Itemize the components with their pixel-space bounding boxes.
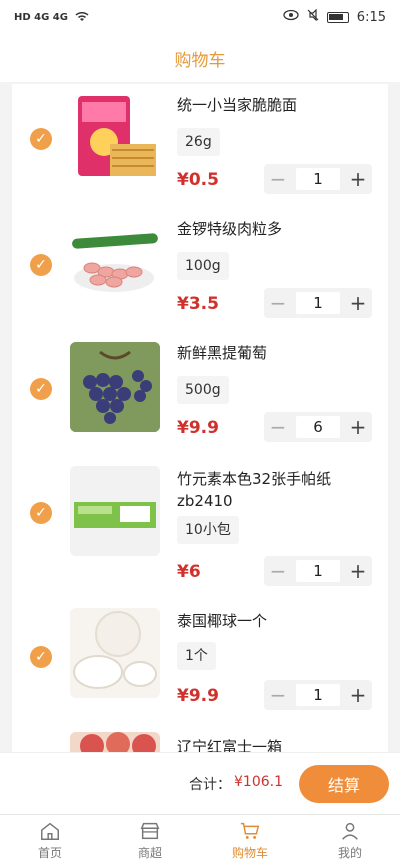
quantity-input[interactable]: 1 <box>296 168 340 190</box>
product-image[interactable] <box>70 608 160 698</box>
quantity-input[interactable]: 1 <box>296 560 340 582</box>
cart-item: 辽宁红富士一箱 <box>12 730 388 752</box>
product-name[interactable]: 金锣特级肉粒多 <box>177 218 377 240</box>
status-right: 6:15 <box>283 8 386 25</box>
cart-item: ✓ 金锣特级肉粒多 100g ¥3.5 − 1 + <box>12 208 388 338</box>
check-icon[interactable]: ✓ <box>30 128 52 150</box>
increase-button[interactable]: + <box>344 164 372 194</box>
status-left: HD 4G 4G <box>14 10 90 25</box>
quantity-stepper: − 1 + <box>264 164 372 194</box>
product-price: ¥9.9 <box>177 418 219 438</box>
quantity-input[interactable]: 1 <box>296 292 340 314</box>
total-label: 合计： <box>189 777 231 793</box>
store-icon <box>140 822 160 840</box>
product-spec: 26g <box>177 128 220 156</box>
decrease-button[interactable]: − <box>264 164 292 194</box>
status-bar: HD 4G 4G 6:15 <box>0 0 400 34</box>
product-image[interactable] <box>70 732 160 752</box>
quantity-input[interactable]: 6 <box>296 416 340 438</box>
increase-button[interactable]: + <box>344 288 372 318</box>
decrease-button[interactable]: − <box>264 412 292 442</box>
quantity-input[interactable]: 1 <box>296 684 340 706</box>
tab-label: 首页 <box>37 846 62 860</box>
product-price: ¥6 <box>177 562 201 582</box>
tab-label: 购物车 <box>231 846 268 860</box>
product-name[interactable]: 新鲜黑提葡萄 <box>177 342 377 364</box>
tab-label: 我的 <box>337 846 362 860</box>
product-image[interactable] <box>70 466 160 556</box>
quantity-stepper: − 6 + <box>264 412 372 442</box>
cart-item: ✓ 新鲜黑提葡萄 500g ¥9.9 − 6 + <box>12 332 388 462</box>
tab-home[interactable]: 首页 <box>0 815 100 866</box>
eye-icon <box>283 9 299 25</box>
increase-button[interactable]: + <box>344 680 372 710</box>
cart-list-card: ✓ 统一小当家脆脆面 26g ¥0.5 − 1 + ✓ 金锣特级肉粒多 100g… <box>12 84 388 752</box>
decrease-button[interactable]: − <box>264 680 292 710</box>
quantity-stepper: − 1 + <box>264 288 372 318</box>
product-spec: 100g <box>177 252 229 280</box>
mute-icon <box>307 8 319 25</box>
tab-profile[interactable]: 我的 <box>300 815 400 866</box>
product-spec: 10小包 <box>177 516 239 544</box>
check-icon[interactable]: ✓ <box>30 378 52 400</box>
cart-list[interactable]: ✓ 统一小当家脆脆面 26g ¥0.5 − 1 + ✓ 金锣特级肉粒多 100g… <box>0 84 400 752</box>
cart-icon <box>240 822 260 839</box>
checkout-button[interactable]: 结算 <box>299 765 389 803</box>
product-spec: 500g <box>177 376 229 404</box>
battery-icon <box>326 11 349 23</box>
checkout-bar: 合计： ¥106.1 结算 <box>0 752 400 814</box>
user-icon <box>342 822 358 840</box>
product-price: ¥3.5 <box>177 294 219 314</box>
tab-cart[interactable]: 购物车 <box>200 815 300 866</box>
product-price: ¥0.5 <box>177 170 219 190</box>
decrease-button[interactable]: − <box>264 288 292 318</box>
check-icon[interactable]: ✓ <box>30 254 52 276</box>
increase-button[interactable]: + <box>344 412 372 442</box>
product-image[interactable] <box>70 342 160 432</box>
cart-item: ✓ 竹元素本色32张手帕纸zb2410 10小包 ¥6 − 1 + <box>12 462 388 602</box>
product-name[interactable]: 辽宁红富士一箱 <box>177 736 377 752</box>
decrease-button[interactable]: − <box>264 556 292 586</box>
product-name[interactable]: 竹元素本色32张手帕纸zb2410 <box>177 468 377 512</box>
product-price: ¥9.9 <box>177 686 219 706</box>
product-image[interactable] <box>70 92 160 182</box>
increase-button[interactable]: + <box>344 556 372 586</box>
quantity-stepper: − 1 + <box>264 556 372 586</box>
network-indicator: HD 4G 4G <box>14 11 68 23</box>
cart-item: ✓ 泰国椰球一个 1个 ¥9.9 − 1 + <box>12 604 388 734</box>
tab-store[interactable]: 商超 <box>100 815 200 866</box>
status-time: 6:15 <box>356 9 386 25</box>
wifi-icon <box>74 10 90 25</box>
total-value: ¥106.1 <box>234 774 283 790</box>
quantity-stepper: − 1 + <box>264 680 372 710</box>
check-icon[interactable]: ✓ <box>30 502 52 524</box>
product-name[interactable]: 泰国椰球一个 <box>177 610 377 632</box>
tab-label: 商超 <box>137 846 162 860</box>
page-header: 购物车 <box>0 34 400 82</box>
home-icon <box>41 822 59 840</box>
product-spec: 1个 <box>177 642 216 670</box>
product-image[interactable] <box>70 216 160 306</box>
cart-item: ✓ 统一小当家脆脆面 26g ¥0.5 − 1 + <box>12 84 388 214</box>
product-name[interactable]: 统一小当家脆脆面 <box>177 94 377 116</box>
page-title: 购物车 <box>174 50 226 71</box>
check-icon[interactable]: ✓ <box>30 646 52 668</box>
bottom-tab-bar: 首页 商超 购物车 我的 <box>0 814 400 866</box>
